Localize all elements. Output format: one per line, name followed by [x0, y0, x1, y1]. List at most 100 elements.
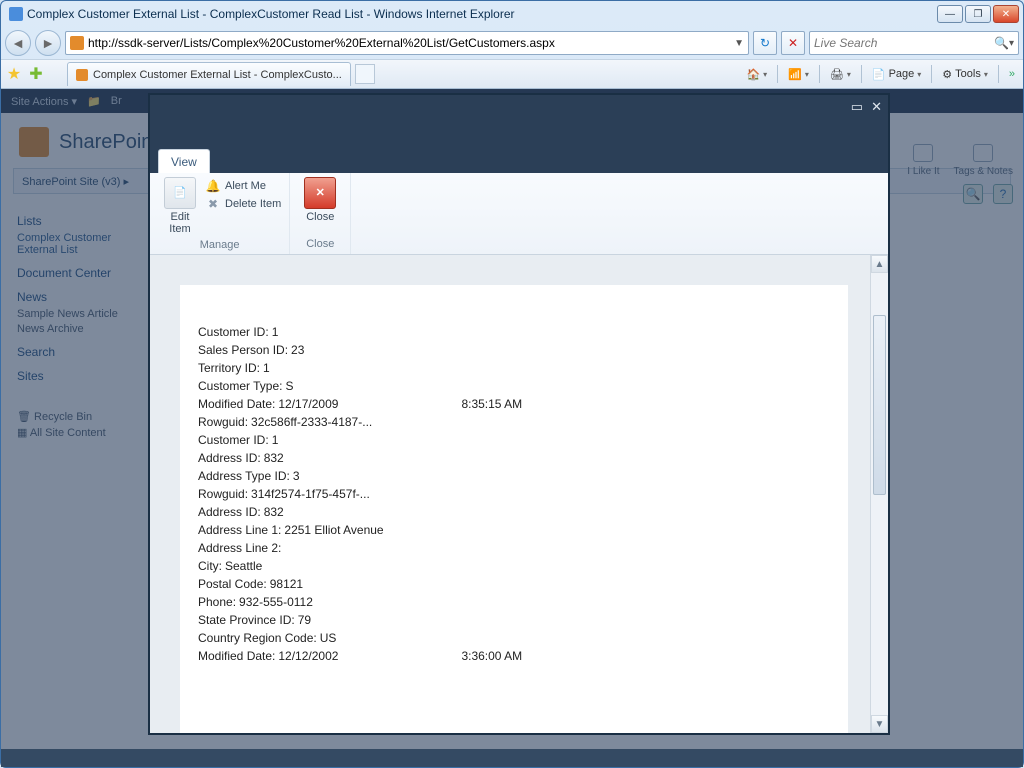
home-icon: 🏠: [746, 68, 760, 81]
maximize-button[interactable]: ❐: [965, 5, 991, 23]
close-dialog-button[interactable]: ✕ Close: [298, 177, 342, 223]
detail-label: Address ID:: [198, 451, 261, 465]
tab-label: Complex Customer External List - Complex…: [93, 69, 342, 81]
detail-label: Customer Type:: [198, 379, 282, 393]
edit-item-button[interactable]: 📄 Edit Item: [158, 177, 202, 235]
detail-row: Country Region Code:US: [198, 629, 830, 647]
window-buttons: — ❐ ✕: [937, 5, 1019, 23]
detail-row: Postal Code:98121: [198, 575, 830, 593]
dialog-header: ▭ ✕ View: [150, 95, 888, 173]
detail-label: Address Line 1:: [198, 523, 281, 537]
detail-row: Address Line 1:2251 Elliot Avenue: [198, 521, 830, 539]
detail-value: 832: [261, 505, 284, 519]
detail-row: Territory ID:1: [198, 359, 830, 377]
scroll-thumb[interactable]: [873, 315, 886, 495]
detail-label: City:: [198, 559, 222, 573]
minimize-button[interactable]: —: [937, 5, 963, 23]
delete-icon: ✖: [206, 197, 220, 211]
forward-button[interactable]: ►: [35, 30, 61, 56]
detail-label: Modified Date:: [198, 397, 275, 411]
detail-row: City:Seattle: [198, 557, 830, 575]
dialog-maximize-icon[interactable]: ▭: [851, 99, 863, 115]
detail-label: Customer ID:: [198, 433, 269, 447]
detail-row: Sales Person ID:23: [198, 341, 830, 359]
scroll-down-icon[interactable]: ▼: [871, 715, 888, 733]
alert-me-button[interactable]: 🔔 Alert Me: [206, 179, 281, 193]
url-dropdown-icon[interactable]: ▼: [734, 38, 744, 49]
record-details: Customer ID:1Sales Person ID:23Territory…: [180, 285, 848, 733]
more-chevron-icon[interactable]: »: [1005, 68, 1019, 80]
detail-value: 1: [260, 361, 270, 375]
detail-value: 32c586ff-2333-4187-...: [248, 415, 372, 429]
detail-value: 314f2574-1f75-457f-...: [248, 487, 370, 501]
detail-value: 832: [261, 451, 284, 465]
detail-label: Rowguid:: [198, 487, 248, 501]
alert-icon: 🔔: [206, 179, 220, 193]
rss-icon: 📶: [788, 68, 802, 81]
detail-value: 1: [269, 433, 279, 447]
print-menu[interactable]: 🖨▾: [826, 68, 855, 81]
detail-value: Seattle: [222, 559, 262, 573]
detail-row: Customer ID:1: [198, 323, 830, 341]
detail-label: Sales Person ID:: [198, 343, 288, 357]
detail-label: State Province ID:: [198, 613, 295, 627]
detail-value-2: 3:36:00 AM: [458, 649, 522, 663]
add-favorite-icon[interactable]: ✚: [27, 65, 45, 83]
favorites-icon[interactable]: ★: [5, 65, 23, 83]
ribbon-tab-view[interactable]: View: [158, 149, 210, 173]
detail-value: US: [317, 631, 337, 645]
search-bar[interactable]: 🔍 ▾: [809, 31, 1019, 55]
detail-value: 3: [290, 469, 300, 483]
detail-label: Rowguid:: [198, 415, 248, 429]
scroll-up-icon[interactable]: ▲: [871, 255, 888, 273]
close-window-button[interactable]: ✕: [993, 5, 1019, 23]
ribbon-group-label-close: Close: [290, 236, 350, 254]
search-input[interactable]: [814, 36, 994, 50]
refresh-button[interactable]: ↻: [753, 31, 777, 55]
new-tab-button[interactable]: [355, 64, 375, 84]
detail-label: Territory ID:: [198, 361, 260, 375]
detail-row: Modified Date:12/12/20023:36:00 AM: [198, 647, 830, 665]
stop-button[interactable]: ✕: [781, 31, 805, 55]
back-button[interactable]: ◄: [5, 30, 31, 56]
ribbon: 📄 Edit Item 🔔 Alert Me ✖ Delete Item: [150, 173, 888, 255]
detail-row: Address Type ID:3: [198, 467, 830, 485]
search-dropdown-icon[interactable]: ▾: [1009, 38, 1014, 49]
detail-row: Address ID:832: [198, 503, 830, 521]
search-icon[interactable]: 🔍: [994, 36, 1009, 50]
address-bar[interactable]: ▼: [65, 31, 749, 55]
detail-row: Customer Type:S: [198, 377, 830, 395]
page-menu[interactable]: 📄Page▾: [868, 68, 925, 81]
tools-menu[interactable]: ⚙Tools▾: [938, 68, 992, 81]
browser-tab[interactable]: Complex Customer External List - Complex…: [67, 62, 351, 86]
edit-item-label: Edit Item: [169, 211, 190, 235]
detail-row: Address ID:832: [198, 449, 830, 467]
detail-row: Rowguid:32c586ff-2333-4187-...: [198, 413, 830, 431]
ie-favicon-icon: [9, 7, 23, 21]
detail-row: Modified Date:12/17/2009 8:35:15 AM: [198, 395, 830, 413]
dialog-scrollbar[interactable]: ▲ ▼: [870, 255, 888, 733]
detail-value: [281, 541, 284, 555]
detail-label: Country Region Code:: [198, 631, 317, 645]
detail-value-2: 8:35:15 AM: [458, 397, 522, 411]
detail-value: S: [282, 379, 293, 393]
detail-value: 23: [288, 343, 304, 357]
ribbon-group-close: ✕ Close Close: [290, 173, 351, 254]
command-bar: ★ ✚ Complex Customer External List - Com…: [1, 59, 1023, 89]
feeds-menu[interactable]: 📶▾: [784, 68, 813, 81]
detail-row: Rowguid:314f2574-1f75-457f-...: [198, 485, 830, 503]
home-menu[interactable]: 🏠▾: [742, 68, 771, 81]
item-view-dialog: ▭ ✕ View 📄 Edit Item: [149, 94, 889, 734]
url-input[interactable]: [88, 32, 730, 54]
close-big-icon: ✕: [304, 177, 336, 209]
detail-row: Phone:932-555-0112: [198, 593, 830, 611]
detail-label: Address Line 2:: [198, 541, 281, 555]
dialog-close-icon[interactable]: ✕: [871, 99, 882, 115]
delete-item-button[interactable]: ✖ Delete Item: [206, 197, 281, 211]
detail-value: 12/12/2002: [275, 649, 338, 663]
detail-value: 2251 Elliot Avenue: [281, 523, 383, 537]
detail-value: 12/17/2009: [275, 397, 338, 411]
navigation-bar: ◄ ► ▼ ↻ ✕ 🔍 ▾: [1, 27, 1023, 59]
ie-window: Complex Customer External List - Complex…: [0, 0, 1024, 768]
tab-favicon-icon: [76, 69, 88, 81]
